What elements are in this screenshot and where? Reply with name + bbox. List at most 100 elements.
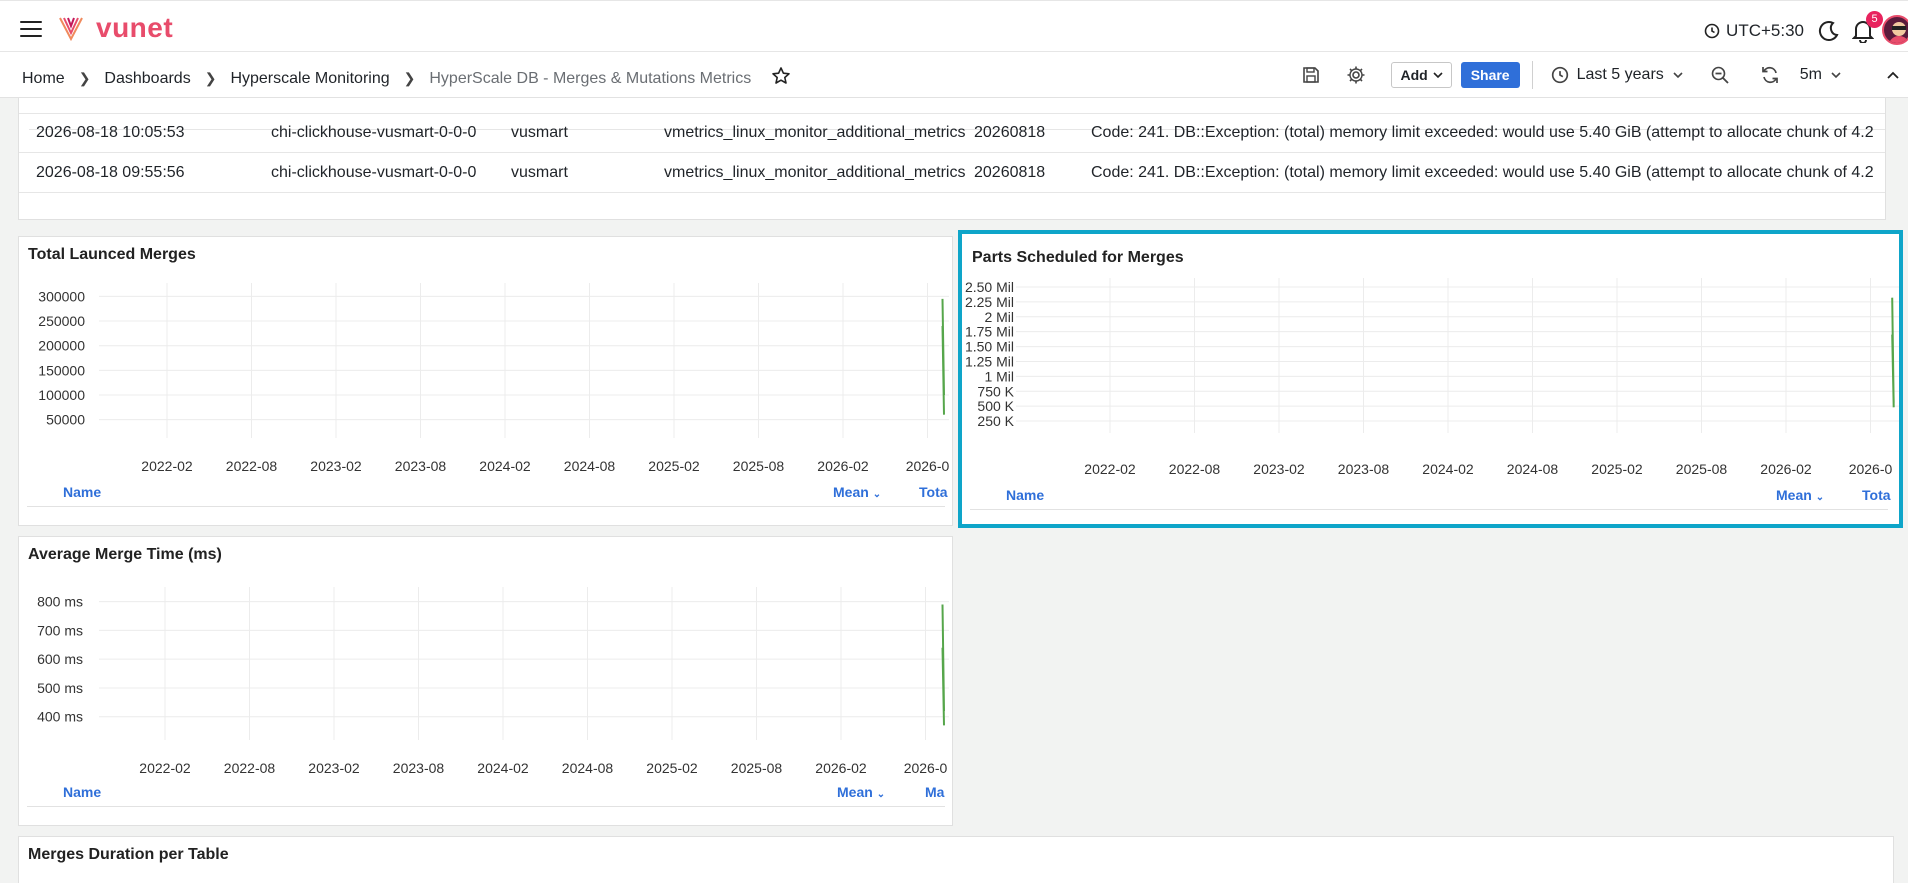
table-row[interactable]: 2026-08-18 10:05:53 chi-clickhouse-vusma… xyxy=(19,113,1885,153)
x-tick-label: 2024-02 xyxy=(1422,461,1474,477)
timezone-indicator[interactable]: UTC+5:30 xyxy=(1704,21,1804,41)
x-tick-label: 2026-0 xyxy=(1849,461,1893,477)
chevron-down-icon xyxy=(1673,72,1683,79)
add-button[interactable]: Add xyxy=(1391,62,1452,88)
share-button[interactable]: Share xyxy=(1460,62,1520,88)
x-tick-label: 2024-02 xyxy=(477,760,529,776)
legend-name-header[interactable]: Name xyxy=(1006,487,1044,503)
collapse-chevron-up-icon[interactable] xyxy=(1882,60,1904,90)
breadcrumb-folder[interactable]: Hyperscale Monitoring xyxy=(230,70,389,88)
legend-row-partial xyxy=(59,813,939,821)
y-tick-label: 250000 xyxy=(38,313,85,329)
x-tick-label: 2025-02 xyxy=(1591,461,1643,477)
theme-toggle-moon-icon[interactable] xyxy=(1818,20,1840,47)
x-tick-label: 2024-08 xyxy=(562,760,614,776)
table-cell-partition: 20260818 xyxy=(974,124,1046,141)
legend-divider xyxy=(27,506,945,507)
x-tick-label: 2022-02 xyxy=(141,458,193,474)
legend-mean-label: Mean xyxy=(837,784,873,800)
x-tick-label: 2025-08 xyxy=(1676,461,1728,477)
notification-count-badge: 5 xyxy=(1866,11,1883,28)
y-tick-label: 500 ms xyxy=(37,680,83,696)
table-row[interactable] xyxy=(19,193,1885,219)
time-range-picker[interactable]: Last 5 years xyxy=(1551,60,1684,90)
y-tick-label: 2 Mil xyxy=(984,309,1014,325)
x-tick-label: 2023-02 xyxy=(310,458,362,474)
user-avatar[interactable] xyxy=(1882,15,1908,45)
x-tick-label: 2022-08 xyxy=(226,458,278,474)
series-line[interactable] xyxy=(1891,297,1895,408)
merges-duration-per-table-panel[interactable]: Merges Duration per Table xyxy=(18,836,1894,883)
legend-mean-header[interactable]: Mean ⌄ xyxy=(833,484,881,500)
sort-chevron-icon: ⌄ xyxy=(876,789,886,800)
table-cell-exception: Code: 241. DB::Exception: (total) memory… xyxy=(1091,163,1874,181)
x-tick-label: 2026-0 xyxy=(906,458,950,474)
x-tick-label: 2023-08 xyxy=(393,760,445,776)
sort-chevron-icon: ⌄ xyxy=(1815,492,1825,503)
x-tick-label: 2022-08 xyxy=(224,760,276,776)
x-tick-label: 2024-02 xyxy=(479,458,531,474)
legend-name-header[interactable]: Name xyxy=(63,784,101,800)
x-tick-label: 2026-02 xyxy=(817,458,869,474)
x-tick-label: 2025-02 xyxy=(646,760,698,776)
table-cell-partition: 20260818 xyxy=(974,163,1046,181)
y-tick-label: 250 K xyxy=(977,413,1014,429)
table-row[interactable]: 2026-08-18 09:55:56 chi-clickhouse-vusma… xyxy=(19,153,1885,193)
x-tick-label: 2023-08 xyxy=(1338,461,1390,477)
panel-title: Merges Duration per Table xyxy=(28,846,229,863)
top-navbar: vunet UTC+5:30 5 xyxy=(0,0,1908,52)
legend-mean-header[interactable]: Mean ⌄ xyxy=(1776,487,1824,503)
merge-errors-table[interactable]: 2026-08-18 10:05:53 chi-clickhouse-vusma… xyxy=(18,98,1886,220)
sort-chevron-icon: ⌄ xyxy=(872,489,882,500)
zoom-out-icon[interactable] xyxy=(1710,60,1730,90)
refresh-interval-label: 5m xyxy=(1799,66,1822,83)
breadcrumb-dashboards[interactable]: Dashboards xyxy=(104,70,190,88)
favorite-star-icon[interactable] xyxy=(771,66,791,91)
series-line[interactable] xyxy=(941,604,945,726)
y-tick-label: 100000 xyxy=(38,387,85,403)
legend-max-header[interactable]: Ma xyxy=(925,784,944,800)
refresh-interval-picker[interactable]: 5m xyxy=(1800,60,1842,90)
parts-scheduled-for-merges-panel[interactable]: Parts Scheduled for Merges 2.50 Mil 2.25 … xyxy=(958,230,1903,528)
y-tick-label: 400 ms xyxy=(37,709,83,725)
y-tick-label: 2.50 Mil xyxy=(965,279,1014,295)
legend-name-header[interactable]: Name xyxy=(63,484,101,500)
table-cell-exception: Code: 241. DB::Exception: (total) memory… xyxy=(1091,124,1874,141)
clock-icon xyxy=(1704,23,1720,39)
legend-mean-label: Mean xyxy=(1776,487,1812,503)
y-tick-label: 800 ms xyxy=(37,594,83,610)
total-launched-merges-panel[interactable]: Total Launced Merges 300000 250000 200000 1… xyxy=(18,236,953,526)
breadcrumb-home[interactable]: Home xyxy=(22,70,65,88)
breadcrumb: Home ❯ Dashboards ❯ Hyperscale Monitorin… xyxy=(22,66,791,91)
vunet-logo-icon xyxy=(58,15,84,46)
table-cell-database: vusmart xyxy=(511,124,568,141)
average-merge-time-panel[interactable]: Average Merge Time (ms) 800 ms 700 ms 600 … xyxy=(18,536,953,826)
y-tick-label: 700 ms xyxy=(37,622,83,638)
legend-total-header[interactable]: Tota xyxy=(1862,487,1891,503)
menu-icon[interactable] xyxy=(20,21,42,37)
x-tick-label: 2025-08 xyxy=(733,458,785,474)
legend-total-header[interactable]: Tota xyxy=(919,484,948,500)
legend-row-partial xyxy=(1002,516,1882,524)
refresh-icon[interactable] xyxy=(1760,60,1780,90)
y-tick-label: 1.75 Mil xyxy=(965,324,1014,340)
parts-scheduled-for-merges-chart: 2.50 Mil2.25 Mil2 Mil1.75 Mil1.50 Mil1.2… xyxy=(965,278,1899,477)
y-tick-label: 1 Mil xyxy=(984,368,1014,384)
save-dashboard-icon[interactable] xyxy=(1291,60,1331,90)
chevron-right-icon: ❯ xyxy=(403,70,416,86)
series-line[interactable] xyxy=(941,298,945,415)
timezone-label: UTC+5:30 xyxy=(1726,21,1804,40)
table-cell-host: chi-clickhouse-vusmart-0-0-0 xyxy=(271,124,477,141)
legend-divider xyxy=(27,806,945,807)
legend-mean-header[interactable]: Mean ⌄ xyxy=(837,784,885,800)
brand-name: vunet xyxy=(96,12,174,43)
chevron-down-icon xyxy=(1433,72,1443,79)
average-merge-time-chart: 800 ms 700 ms 600 ms 500 ms 400 ms 2022-02 202… xyxy=(37,587,949,776)
y-tick-label: 600 ms xyxy=(37,651,83,667)
table-cell-database: vusmart xyxy=(511,163,568,181)
chevron-down-icon xyxy=(1831,72,1841,79)
x-tick-label: 2024-08 xyxy=(564,458,616,474)
settings-gear-icon[interactable] xyxy=(1331,60,1381,90)
table-cell-table: vmetrics_linux_monitor_additional_metric… xyxy=(664,163,966,181)
table-cell-time: 2026-08-18 10:05:53 xyxy=(36,124,185,141)
